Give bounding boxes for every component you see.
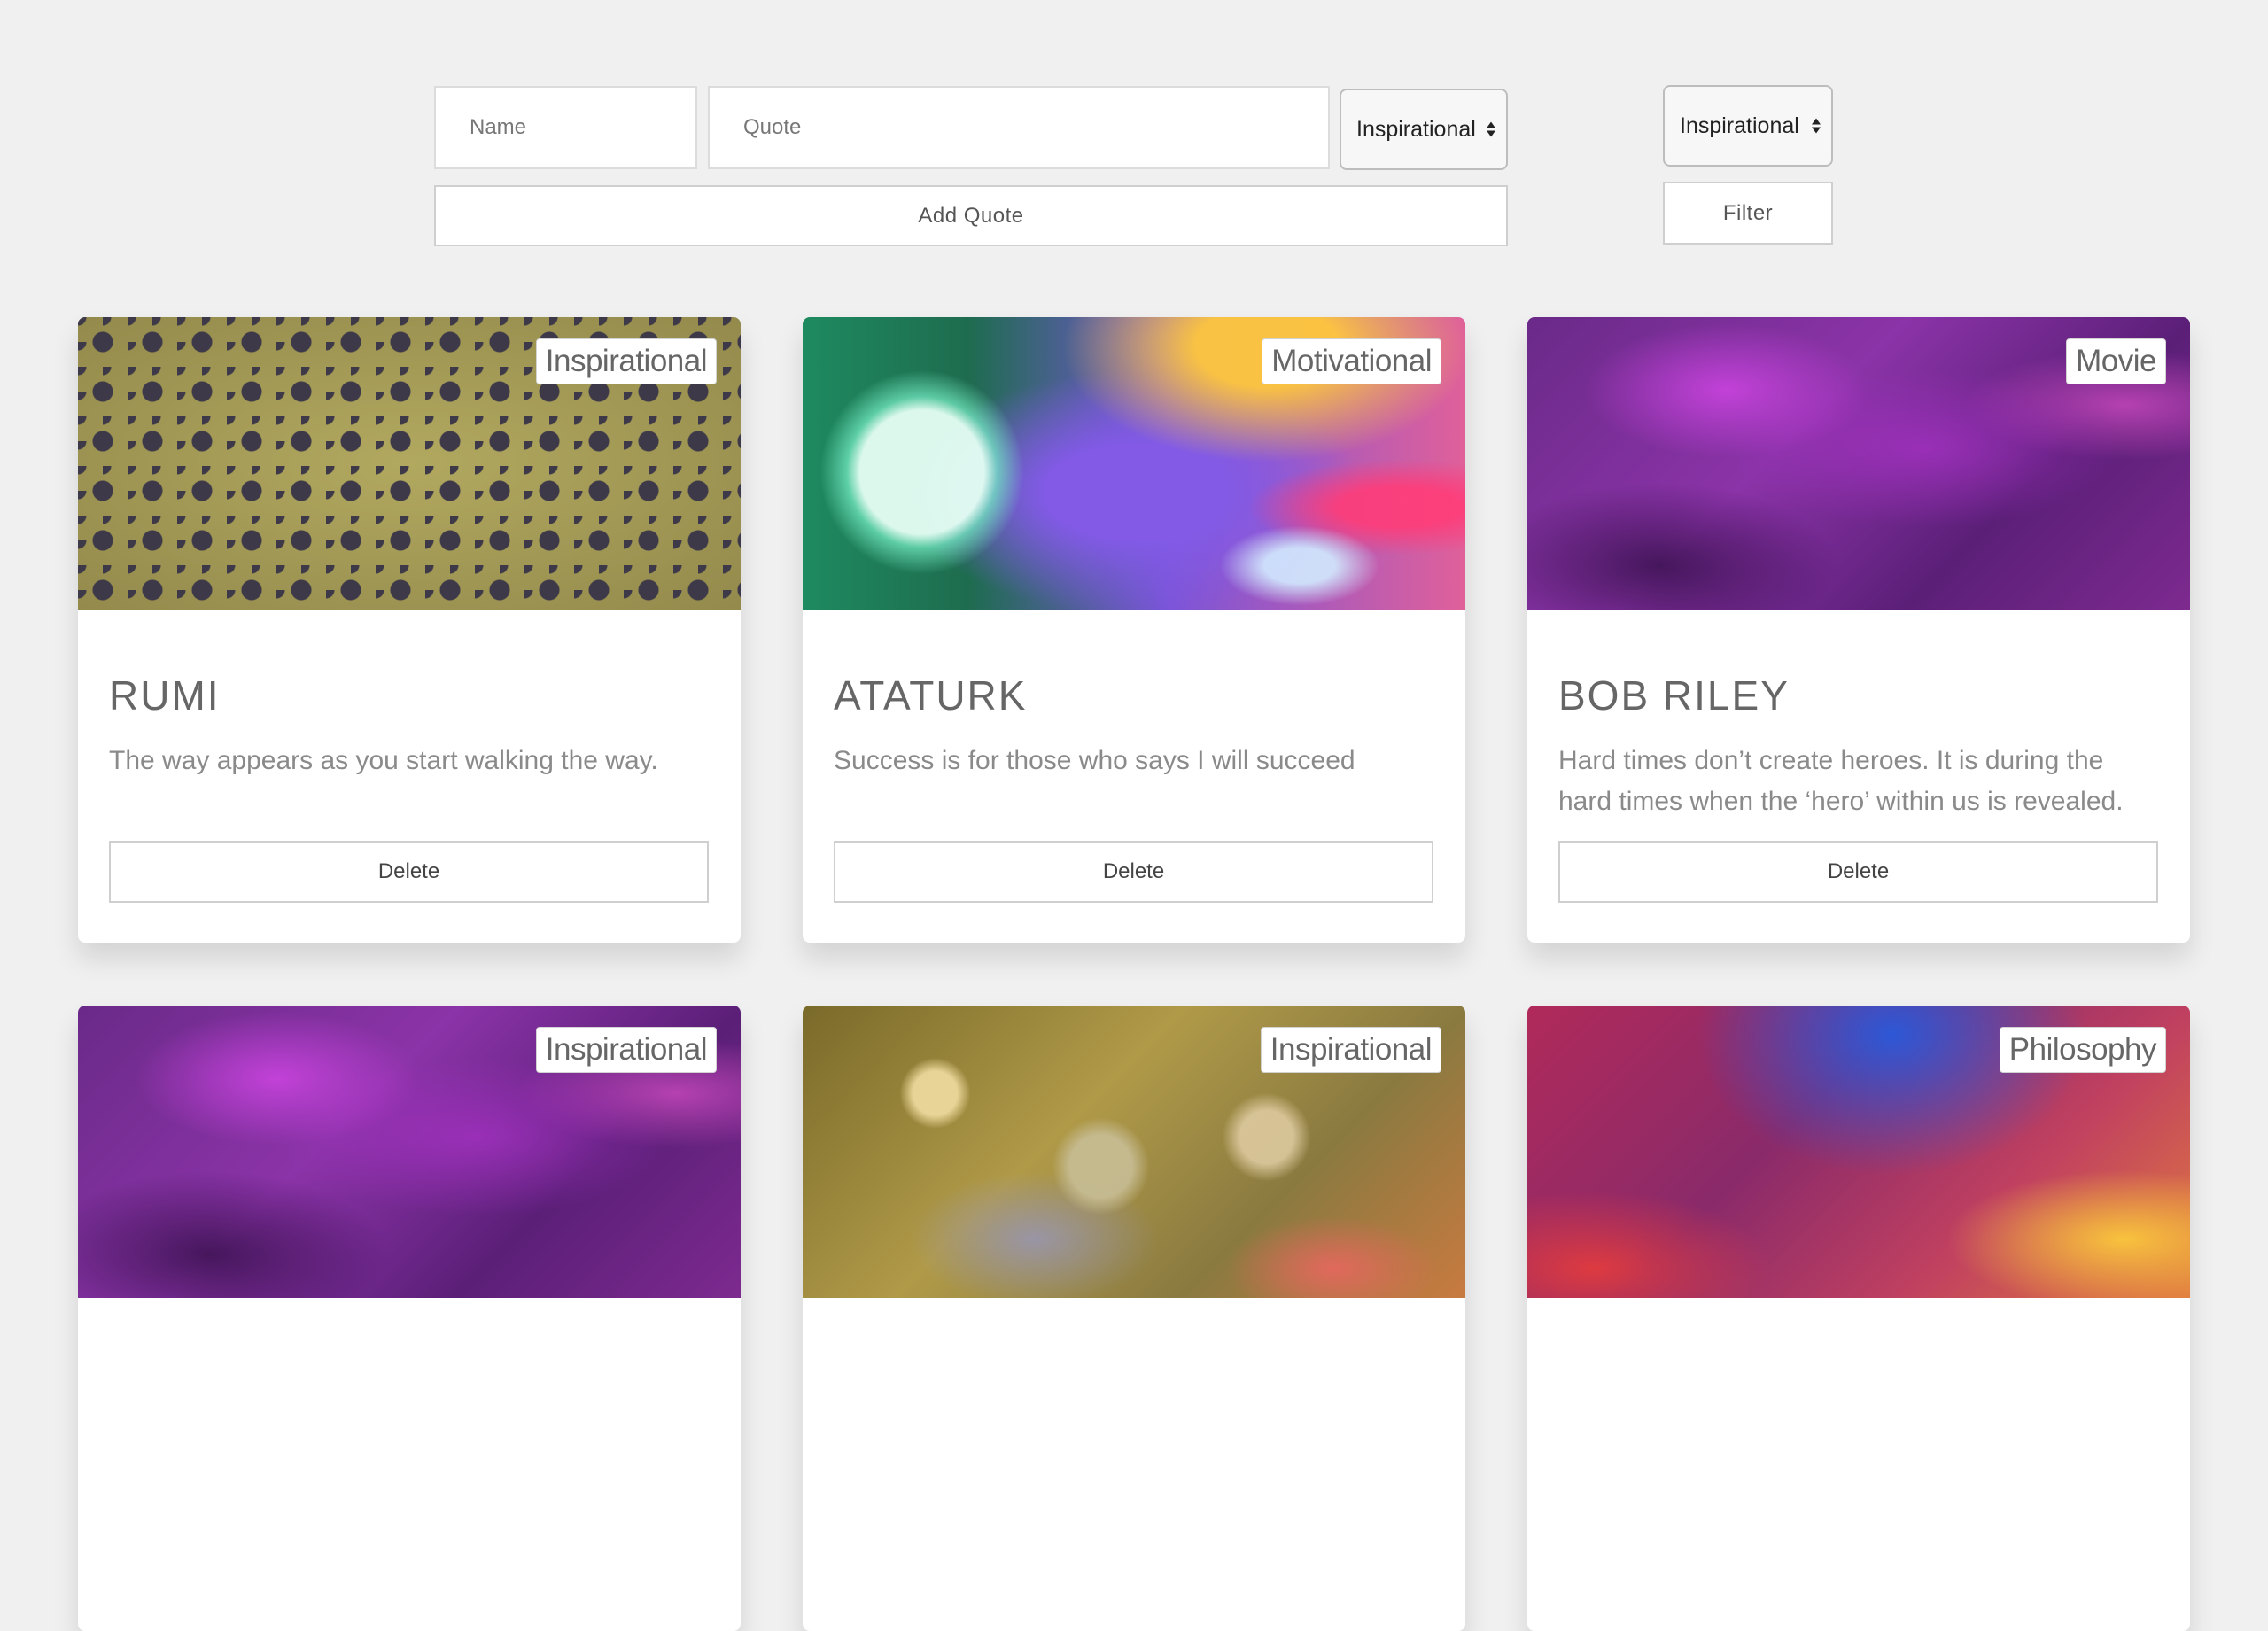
select-arrows-icon	[1812, 118, 1821, 134]
filter-category-select[interactable]: Inspirational	[1663, 85, 1833, 167]
quote-card: Movie BOB RILEY Hard times don’t create …	[1527, 317, 2190, 943]
delete-button[interactable]: Delete	[109, 841, 709, 903]
category-tag: Inspirational	[535, 338, 717, 384]
quote-input[interactable]: Quote	[708, 86, 1330, 169]
card-quote: Success is for those who says I will suc…	[834, 746, 1355, 775]
card-author: ATATURK	[834, 672, 1028, 718]
name-input-placeholder: Name	[470, 115, 527, 139]
add-quote-button[interactable]: Add Quote	[434, 185, 1508, 246]
category-tag: Philosophy	[1999, 1027, 2166, 1073]
category-tag: Inspirational	[1260, 1027, 1441, 1073]
delete-button[interactable]: Delete	[1558, 841, 2158, 903]
quote-card: Inspirational RUMI The way appears as yo…	[78, 317, 741, 943]
category-tag: Movie	[2066, 338, 2166, 384]
name-input[interactable]: Name	[434, 86, 697, 169]
filter-button[interactable]: Filter	[1663, 182, 1833, 245]
quote-card: Inspirational	[78, 1006, 741, 1631]
quote-card: Philosophy	[1527, 1006, 2190, 1631]
card-quote: The way appears as you start walking the…	[109, 746, 658, 775]
select-arrows-icon	[1487, 121, 1495, 137]
card-author: RUMI	[109, 672, 221, 718]
quote-card: Motivational ATATURK Success is for thos…	[803, 317, 1465, 943]
category-select-value: Inspirational	[1356, 116, 1476, 142]
card-author: BOB RILEY	[1558, 672, 1790, 718]
category-tag: Motivational	[1262, 338, 1441, 384]
quote-card: Inspirational	[803, 1006, 1465, 1631]
quote-input-placeholder: Quote	[743, 115, 802, 139]
category-select[interactable]: Inspirational	[1340, 89, 1508, 170]
category-tag: Inspirational	[535, 1027, 717, 1073]
card-quote: Hard times don’t create heroes. It is du…	[1558, 746, 2124, 816]
delete-button[interactable]: Delete	[834, 841, 1433, 903]
filter-select-value: Inspirational	[1680, 113, 1799, 138]
